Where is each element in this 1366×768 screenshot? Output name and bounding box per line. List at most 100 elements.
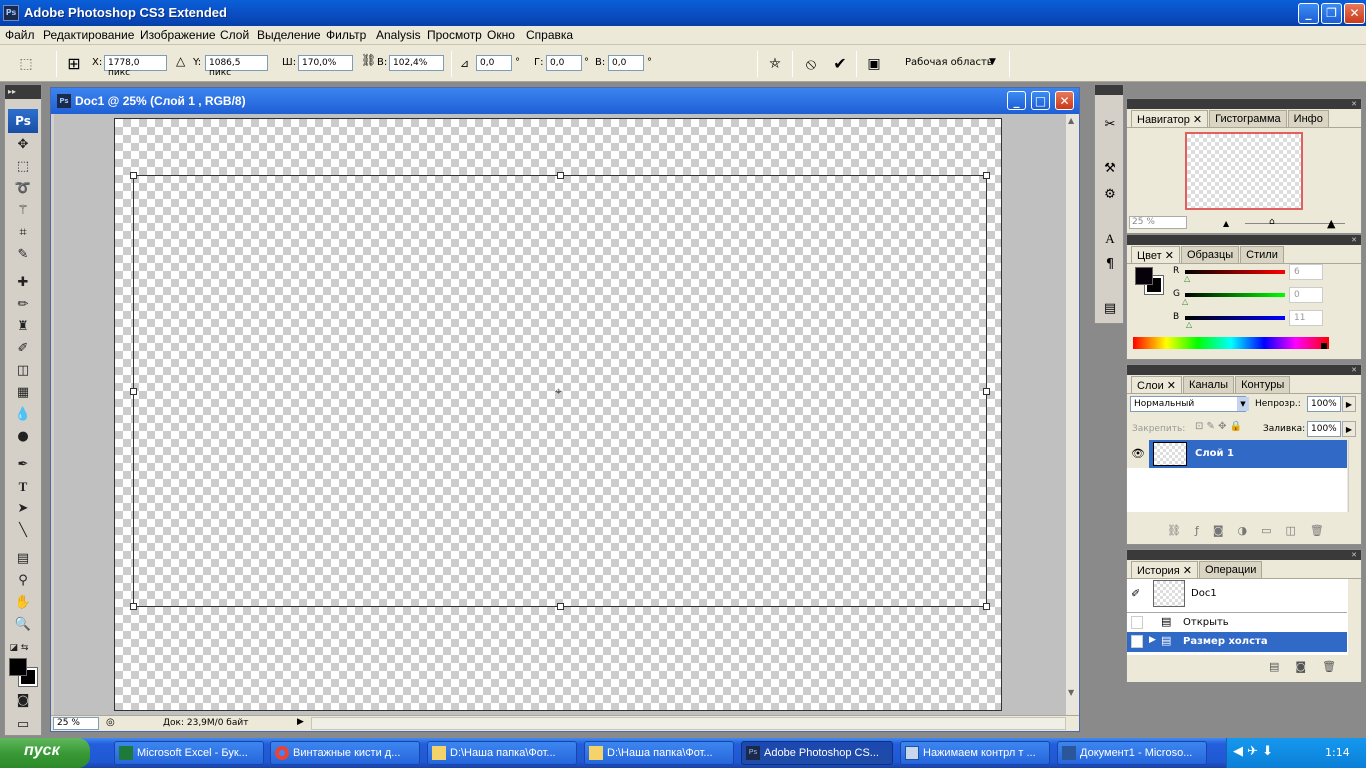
vskew-field[interactable]: 0,0 (608, 55, 644, 71)
clone-source-icon[interactable]: ⚙ (1099, 183, 1121, 205)
transform-handle[interactable] (130, 603, 137, 610)
panel-grip[interactable]: ✕ (1127, 365, 1361, 375)
clone-stamp-tool-icon[interactable]: ♜ (11, 317, 35, 337)
menu-select[interactable]: Выделение (257, 28, 321, 42)
layer-row[interactable]: 👁 Слой 1 (1127, 440, 1347, 468)
line-tool-icon[interactable]: ╲ (11, 521, 35, 541)
transform-handle[interactable] (983, 172, 990, 179)
paragraph-icon[interactable]: ¶ (1099, 253, 1121, 275)
history-snapshot[interactable]: ✐ Doc1 (1127, 579, 1347, 609)
path-selection-tool-icon[interactable]: ➤ (11, 499, 35, 519)
menu-image[interactable]: Изображение (140, 28, 216, 42)
photoshop-logo[interactable]: Ps (8, 109, 38, 133)
notes-tool-icon[interactable]: ▤ (11, 549, 35, 569)
color-ramp[interactable] (1133, 337, 1329, 349)
panel-strip-grip[interactable] (1095, 85, 1123, 95)
navigator-slider-thumb[interactable]: ⌂ (1269, 217, 1275, 227)
history-scrollbar[interactable] (1348, 579, 1361, 655)
zoom-field[interactable]: 25 % (53, 717, 99, 730)
brushes-icon[interactable]: ⚒ (1099, 157, 1121, 179)
tab-styles[interactable]: Стили (1240, 246, 1284, 263)
pivot-point-icon[interactable]: ⌖ (555, 384, 562, 399)
tab-layers[interactable]: Слои ✕ (1131, 376, 1183, 393)
transform-handle[interactable] (130, 172, 137, 179)
taskbar-item-folder-1[interactable]: D:\Наша папка\Фот... (427, 741, 577, 765)
horizontal-scrollbar[interactable] (311, 717, 1066, 730)
transform-handle[interactable] (557, 172, 564, 179)
dodge-tool-icon[interactable]: ● (11, 427, 35, 447)
foreground-color-swatch[interactable] (9, 658, 27, 676)
transform-handle[interactable] (557, 603, 564, 610)
g-value[interactable]: 0 (1289, 287, 1323, 303)
visibility-eye-icon[interactable]: 👁 (1127, 440, 1149, 468)
b-slider[interactable] (1185, 316, 1285, 320)
menu-analysis[interactable]: Analysis (376, 28, 421, 42)
doc-maximize-button[interactable]: □ (1031, 91, 1050, 110)
zoom-in-icon[interactable]: ▲ (1327, 217, 1335, 230)
opacity-field[interactable]: 100% (1307, 396, 1341, 412)
zoom-tool-icon[interactable]: 🔍 (11, 615, 35, 635)
layer-name[interactable]: Слой 1 (1195, 448, 1234, 459)
lasso-tool-icon[interactable]: ➰ (11, 179, 35, 199)
tab-paths[interactable]: Контуры (1235, 376, 1291, 393)
transform-handle[interactable] (983, 603, 990, 610)
panel-grip[interactable]: ✕ (1127, 550, 1361, 560)
tray-icons[interactable]: ◀ ✈ ⬇ (1233, 744, 1273, 759)
gradient-tool-icon[interactable]: ▦ (11, 383, 35, 403)
clock[interactable]: 1:14 (1325, 746, 1350, 759)
magic-wand-tool-icon[interactable]: ⚚ (11, 201, 35, 221)
layer-comps-icon[interactable]: ▤ (1099, 297, 1121, 319)
type-tool-icon[interactable]: T (11, 477, 35, 497)
menu-file[interactable]: Файл (5, 28, 35, 42)
eraser-tool-icon[interactable]: ◫ (11, 361, 35, 381)
delta-icon[interactable]: △ (176, 54, 185, 68)
menu-edit[interactable]: Редактирование (43, 28, 134, 42)
crop-tool-icon[interactable]: ⌗ (11, 223, 35, 243)
tab-navigator[interactable]: Навигатор ✕ (1131, 110, 1209, 127)
reference-point-icon[interactable]: ⊞ (64, 54, 84, 74)
history-state-checkbox[interactable] (1131, 616, 1143, 629)
cancel-transform-icon[interactable]: ⦸ (801, 54, 821, 74)
scroll-down-icon[interactable]: ▼ (1068, 688, 1074, 697)
brush-tool-icon[interactable]: ✏ (11, 295, 35, 315)
opacity-arrow-icon[interactable]: ▶ (1342, 396, 1356, 412)
taskbar-item-photoshop[interactable]: Ps Adobe Photoshop CS... (741, 741, 893, 765)
warp-icon[interactable]: ⛤ (765, 54, 785, 74)
blur-tool-icon[interactable]: 💧 (11, 405, 35, 425)
taskbar-item-word[interactable]: Документ1 - Microso... (1057, 741, 1207, 765)
pen-tool-icon[interactable]: ✒ (11, 455, 35, 475)
transform-tool-icon[interactable]: ⬚ (16, 54, 36, 74)
y-field[interactable]: 1086,5 пикс (205, 55, 268, 78)
minimize-button[interactable]: _ (1298, 3, 1319, 24)
taskbar-item-app[interactable]: Нажимаем контрл т ... (900, 741, 1050, 765)
tab-swatches[interactable]: Образцы (1180, 246, 1240, 263)
tab-color[interactable]: Цвет ✕ (1131, 246, 1180, 263)
canvas[interactable]: ⌖ (114, 118, 1002, 711)
close-button[interactable]: ✕ (1344, 3, 1365, 24)
screen-mode-icon[interactable]: ▭ (11, 715, 35, 735)
status-menu-arrow-icon[interactable]: ▶ (297, 717, 304, 727)
history-state-checkbox[interactable] (1131, 635, 1143, 648)
history-brush-tool-icon[interactable]: ✐ (11, 339, 35, 359)
marquee-tool-icon[interactable]: ⬚ (11, 157, 35, 177)
menu-view[interactable]: Просмотр (427, 28, 482, 42)
color-ramp-black[interactable] (1321, 343, 1327, 349)
blend-mode-select[interactable]: Нормальный (1130, 396, 1246, 412)
g-slider-thumb[interactable]: △ (1182, 297, 1188, 306)
tab-histogram[interactable]: Гистограмма (1209, 110, 1287, 127)
history-brush-icon[interactable]: ✐ (1131, 587, 1140, 600)
chevron-down-icon[interactable]: ▼ (989, 57, 996, 67)
vertical-scrollbar[interactable]: ▲ ▼ (1065, 114, 1079, 717)
tab-channels[interactable]: Каналы (1183, 376, 1235, 393)
tool-presets-icon[interactable]: ✂ (1099, 113, 1121, 135)
width-field[interactable]: 170,0% (298, 55, 353, 71)
hand-tool-icon[interactable]: ✋ (11, 593, 35, 613)
doc-close-button[interactable]: ✕ (1055, 91, 1074, 110)
color-fg-swatch[interactable] (1135, 267, 1153, 285)
status-info-icon[interactable]: ◎ (106, 717, 115, 728)
history-step[interactable]: ▤ Открыть (1127, 612, 1347, 632)
character-icon[interactable]: A (1099, 227, 1121, 249)
history-footer-icons[interactable]: ▤◙🗑 (1269, 660, 1352, 673)
scroll-up-icon[interactable]: ▲ (1068, 116, 1074, 125)
navigator-thumbnail[interactable] (1185, 132, 1303, 210)
